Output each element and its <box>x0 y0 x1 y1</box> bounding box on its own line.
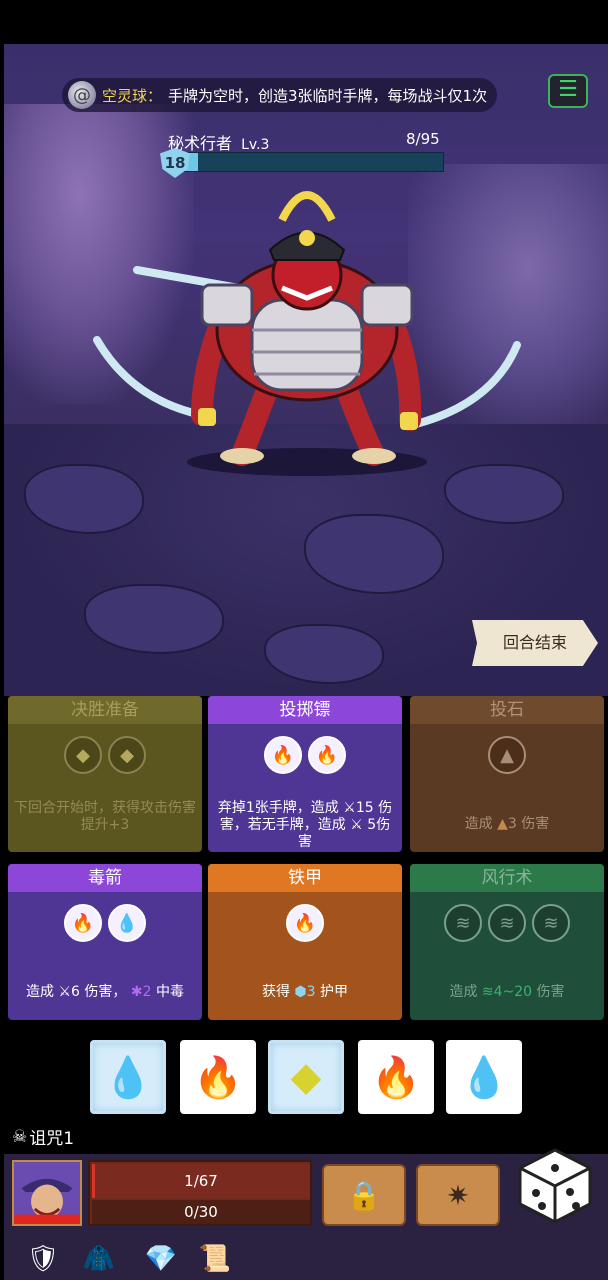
wind-icon[interactable]: ≋ <box>444 904 482 942</box>
spread-icon: ✷ <box>446 1178 470 1212</box>
card-slots: 🔥 <box>208 904 402 942</box>
settings-button[interactable]: ☰ <box>548 74 588 108</box>
desc-text: 护甲 <box>320 984 349 1000</box>
scroll-skull-icon[interactable]: 📜 <box>194 1238 236 1280</box>
skill-card-iron-armor[interactable]: 铁甲 🔥 获得 ⬢3 护甲 <box>208 864 402 1020</box>
desc-text: 获得 <box>261 984 290 1000</box>
wind-icon: ≋ <box>481 984 494 1000</box>
lock-button[interactable]: 🔒 <box>322 1164 406 1226</box>
water-icon[interactable]: 💧 <box>108 904 146 942</box>
player-armor-text: 0/30 <box>184 1203 218 1221</box>
gem-icon[interactable]: 💎 <box>140 1238 182 1280</box>
fire-icon[interactable]: 🔥 <box>308 736 346 774</box>
enemy-hp-bar <box>174 152 444 172</box>
fire-icon[interactable]: 🔥 <box>264 736 302 774</box>
card-slots: ◆ ◆ <box>8 736 202 774</box>
cape-icon[interactable]: 🧥 <box>78 1238 120 1280</box>
die-water-frozen[interactable]: 💧 <box>90 1040 166 1114</box>
enemy-hp-text: 8/95 <box>406 130 440 148</box>
poison-value: 2 <box>142 984 152 1000</box>
armor-shield-icon[interactable]: 🛡 <box>22 1238 64 1280</box>
die-water[interactable]: 💧 <box>446 1040 522 1114</box>
damage-value: 4~20 <box>493 984 533 1000</box>
reroll-button[interactable]: ✷ <box>416 1164 500 1226</box>
sword-icon: ⚔ <box>58 984 72 1000</box>
dice-button[interactable] <box>518 1148 592 1224</box>
sword-icon: ⚔ <box>350 817 363 833</box>
desc-text: 伤害， <box>84 984 127 1000</box>
armor-value: 3 <box>306 984 316 1000</box>
fire-icon: 🔥 <box>371 1054 421 1101</box>
card-title: 投掷镖 <box>208 696 402 724</box>
status-bar <box>0 0 608 44</box>
skill-card-throw-stone[interactable]: 投石 ▲ 造成 ▲3 伤害 <box>410 696 604 852</box>
card-description: 下回合开始时，获得攻击伤害提升+3 <box>14 800 196 833</box>
card-title: 投石 <box>410 696 604 724</box>
fire-icon: 🔥 <box>193 1054 243 1101</box>
settings-icon: ☰ <box>558 77 578 102</box>
card-slots: 🔥 🔥 <box>208 736 402 774</box>
curse-label: 诅咒1 <box>29 1129 75 1149</box>
damage-value: 3 <box>507 816 517 832</box>
stone-icon[interactable]: ▲ <box>488 736 526 774</box>
spiral-orb-icon: @ <box>68 81 96 109</box>
wind-icon[interactable]: ≋ <box>488 904 526 942</box>
wind-icon[interactable]: ≋ <box>532 904 570 942</box>
poison-icon: ✱ <box>130 984 143 1000</box>
card-title: 决胜准备 <box>8 696 202 724</box>
sword-icon: ⚔ <box>343 800 356 816</box>
card-title: 铁甲 <box>208 864 402 892</box>
desc-text: 造成 <box>449 984 478 1000</box>
player-hp-text: 1/67 <box>184 1172 218 1190</box>
relic-description: 手牌为空时，创造3张临时手牌，每场战斗仅1次 <box>168 86 488 105</box>
skill-card-final-prep[interactable]: 决胜准备 ◆ ◆ 下回合开始时，获得攻击伤害提升+3 <box>8 696 202 852</box>
fire-icon[interactable]: 🔥 <box>286 904 324 942</box>
water-drop-icon: 💧 <box>459 1054 509 1101</box>
card-title: 风行术 <box>410 864 604 892</box>
card-description: 造成 ▲3 伤害 <box>416 816 598 833</box>
skill-card-poison-arrow[interactable]: 毒箭 🔥 💧 造成 ⚔6 伤害， ✱2 中毒 <box>8 864 202 1020</box>
shield-icon: ⬢ <box>294 984 307 1000</box>
card-description: 造成 ≋4~20 伤害 <box>416 984 598 1001</box>
card-slots: ▲ <box>410 736 604 774</box>
desc-text: 弃掉1张手牌，造成 <box>217 800 339 816</box>
die-diamond-frozen[interactable]: ◆ <box>268 1040 344 1114</box>
card-description: 弃掉1张手牌，造成 ⚔15 伤害，若无手牌，造成 ⚔ 5伤害 <box>214 800 396 851</box>
card-description: 获得 ⬢3 护甲 <box>214 984 396 1001</box>
skull-icon: ☠ <box>12 1126 28 1147</box>
desc-text: 中毒 <box>155 984 184 1000</box>
skill-card-wind-walk[interactable]: 风行术 ≋ ≋ ≋ 造成 ≋4~20 伤害 <box>410 864 604 1020</box>
relic-name: 空灵球： <box>102 86 163 105</box>
card-title: 毒箭 <box>8 864 202 892</box>
yellow-diamond-icon: ◆ <box>290 1054 322 1100</box>
grey-diamond-icon[interactable]: ◆ <box>108 736 146 774</box>
end-turn-button[interactable]: 回合结束 <box>472 620 598 666</box>
player-avatar[interactable] <box>12 1160 82 1226</box>
desc-text: 造成 <box>26 984 55 1000</box>
damage-value: 6 <box>71 984 80 1000</box>
lock-icon: 🔒 <box>346 1178 382 1212</box>
desc-text: 伤害 <box>521 816 550 832</box>
enemy-name: 秘术行者 Lv.3 <box>168 130 269 154</box>
fire-icon[interactable]: 🔥 <box>64 904 102 942</box>
card-slots: ≋ ≋ ≋ <box>410 904 604 942</box>
skill-card-throw-dart[interactable]: 投掷镖 🔥 🔥 弃掉1张手牌，造成 ⚔15 伤害，若无手牌，造成 ⚔ 5伤害 <box>208 696 402 852</box>
damage-value: 15 <box>355 800 374 816</box>
die-fire[interactable]: 🔥 <box>180 1040 256 1114</box>
desc-text: 造成 <box>464 816 493 832</box>
relic-tooltip[interactable]: @ 空灵球： 手牌为空时，创造3张临时手牌，每场战斗仅1次 <box>62 78 498 112</box>
water-drop-icon: 💧 <box>103 1054 153 1101</box>
curse-indicator[interactable]: ☠ 诅咒1 <box>12 1124 75 1150</box>
damage-value: 5 <box>367 817 377 833</box>
desc-text: 伤害 <box>536 984 565 1000</box>
card-description: 造成 ⚔6 伤害， ✱2 中毒 <box>14 984 196 1001</box>
enemy-level: Lv.3 <box>241 137 270 153</box>
yellow-diamond-icon[interactable]: ◆ <box>64 736 102 774</box>
card-slots: 🔥 💧 <box>8 904 202 942</box>
die-fire[interactable]: 🔥 <box>358 1040 434 1114</box>
enemy-figure[interactable] <box>92 180 522 480</box>
stone-icon: ▲ <box>497 816 508 832</box>
